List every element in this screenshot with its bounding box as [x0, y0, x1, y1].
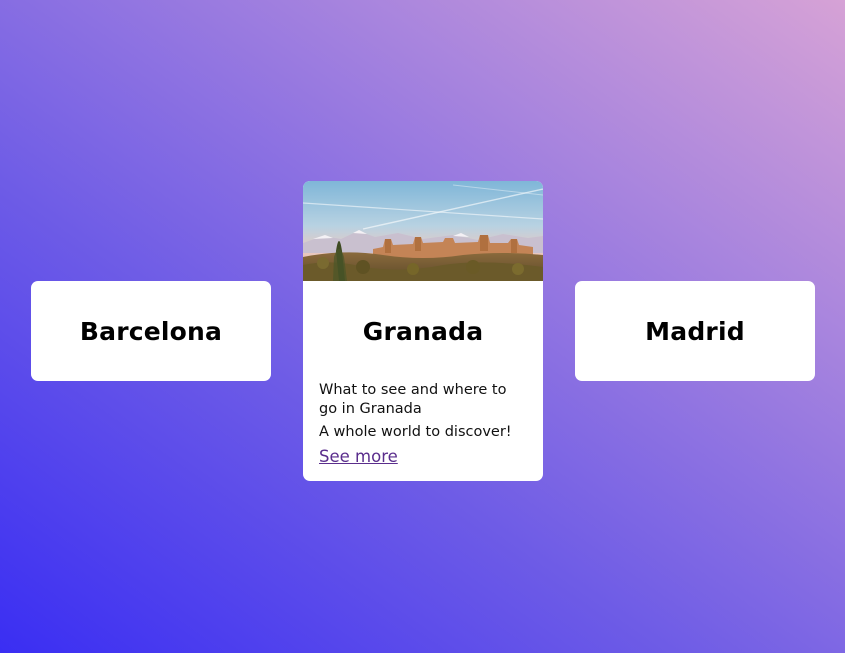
- card-madrid[interactable]: Madrid: [575, 281, 815, 381]
- card-body: What to see and where to go in Granada A…: [303, 381, 543, 468]
- granada-photo: [303, 181, 543, 281]
- card-tagline: A whole world to discover!: [319, 424, 512, 440]
- see-more-link[interactable]: See more: [319, 447, 398, 466]
- card-granada[interactable]: Granada What to see and where to go in G…: [303, 181, 543, 481]
- card-image: [303, 181, 543, 281]
- card-title: Granada: [362, 316, 484, 346]
- card-description: What to see and where to go in Granada: [319, 382, 507, 417]
- card-title: Barcelona: [79, 316, 223, 346]
- card-title: Madrid: [645, 316, 745, 346]
- card-barcelona[interactable]: Barcelona: [31, 281, 271, 381]
